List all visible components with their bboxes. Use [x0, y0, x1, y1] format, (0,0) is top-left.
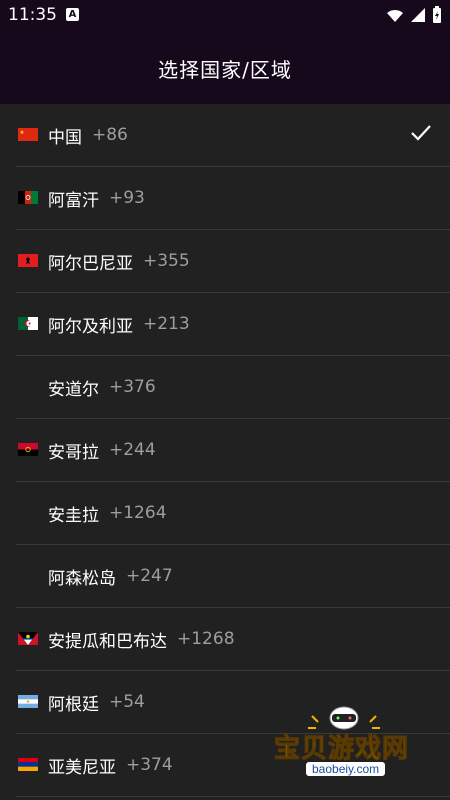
china-flag-icon: [18, 128, 38, 141]
country-name: 亚美尼亚: [48, 757, 116, 778]
country-list[interactable]: 中国 +86 阿富汗 +93 阿尔巴尼亚 +355 阿尔及利亚 +213 安道尔 +376…: [0, 104, 450, 800]
country-name: 阿尔及利亚: [48, 316, 133, 337]
country-code: +54: [109, 692, 145, 712]
notification-a-icon: A: [66, 8, 79, 21]
country-name: 安圭拉: [48, 505, 99, 526]
watermark-url: baobeiy.com: [306, 762, 386, 776]
signal-icon: [387, 9, 403, 22]
country-code: +376: [109, 377, 156, 397]
country-row-ascension[interactable]: 阿森松岛 +247: [16, 545, 450, 608]
status-icons: [386, 6, 442, 24]
watermark-logo: 宝贝游戏网 baobeiy.com: [272, 706, 422, 782]
country-code: +86: [92, 125, 128, 145]
battery-icon: [433, 6, 441, 23]
country-code: +213: [143, 314, 190, 334]
checkmark-icon: [411, 125, 431, 141]
country-name: 阿尔巴尼亚: [48, 253, 133, 274]
country-row-afghanistan[interactable]: 阿富汗 +93: [16, 167, 450, 230]
country-row-anguilla[interactable]: 安圭拉 +1264: [16, 482, 450, 545]
country-code: +355: [143, 251, 190, 271]
country-code: +1264: [109, 503, 167, 523]
country-code: +247: [126, 566, 173, 586]
country-name: 阿森松岛: [48, 568, 116, 589]
country-name: 安提瓜和巴布达: [48, 631, 167, 652]
country-code: +374: [126, 755, 173, 775]
armenia-flag-icon: [18, 758, 38, 771]
angola-flag-icon: [18, 443, 38, 456]
afghanistan-flag-icon: [18, 191, 38, 204]
country-code: +93: [109, 188, 145, 208]
status-time: 11:35: [8, 5, 57, 25]
app-header: 选择国家/区域: [0, 32, 450, 104]
argentina-flag-icon: [18, 695, 38, 708]
country-row-china[interactable]: 中国 +86: [16, 104, 450, 167]
country-row-algeria[interactable]: 阿尔及利亚 +213: [16, 293, 450, 356]
country-row-andorra[interactable]: 安道尔 +376: [16, 356, 450, 419]
country-name: 安哥拉: [48, 442, 99, 463]
country-code: +1268: [177, 629, 235, 649]
watermark-brand: 宝贝游戏网: [273, 734, 410, 765]
cellular-icon: [411, 8, 425, 22]
country-row-albania[interactable]: 阿尔巴尼亚 +355: [16, 230, 450, 293]
status-bar: 11:35 A: [0, 0, 450, 32]
country-name: 阿富汗: [48, 190, 99, 211]
algeria-flag-icon: [18, 317, 38, 330]
country-row-antigua-barbuda[interactable]: 安提瓜和巴布达 +1268: [16, 608, 450, 671]
country-row-angola[interactable]: 安哥拉 +244: [16, 419, 450, 482]
country-name: 中国: [48, 127, 82, 148]
page-title: 选择国家/区域: [158, 57, 292, 82]
albania-flag-icon: [18, 254, 38, 267]
antigua-barbuda-flag-icon: [18, 632, 38, 645]
country-code: +244: [109, 440, 156, 460]
country-name: 安道尔: [48, 379, 99, 400]
country-name: 阿根廷: [48, 694, 99, 715]
